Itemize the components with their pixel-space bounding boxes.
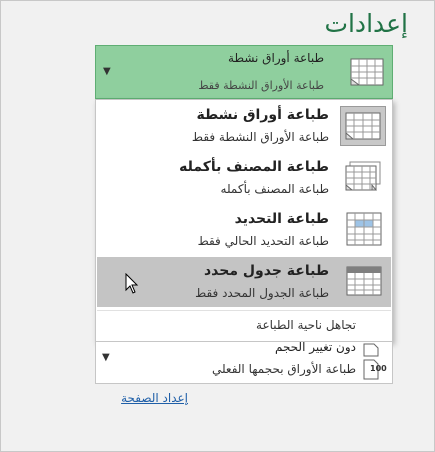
- ignore-print-area-option[interactable]: تجاهل ناحية الطباعة: [256, 318, 356, 332]
- dropdown-arrow-icon[interactable]: ▼: [102, 352, 110, 363]
- settings-heading: إعدادات: [324, 9, 408, 38]
- print-what-dropdown[interactable]: طباعة أوراق نشطة طباعة الأوراق النشطة فق…: [95, 45, 393, 99]
- menu-divider: [97, 310, 391, 311]
- menu-item-title: طباعة التحديد: [234, 211, 329, 227]
- no-scaling-icon: [360, 342, 386, 382]
- print-settings-panel: إعدادات طباعة أوراق نشطة طباعة الأوراق ا…: [0, 0, 435, 452]
- menu-item-subtitle: طباعة التحديد الحالي فقط: [197, 234, 329, 248]
- menu-item-selected-table[interactable]: طباعة جدول محدد طباعة الجدول المحدد فقط: [97, 257, 391, 307]
- dropdown-arrow-icon[interactable]: ▼: [103, 66, 111, 77]
- menu-item-title: طباعة جدول محدد: [203, 263, 329, 279]
- dropdown-selected-title: طباعة أوراق نشطة: [228, 51, 324, 65]
- menu-item-title: طباعة المصنف بأكمله: [179, 159, 329, 175]
- scaling-dropdown[interactable]: دون تغيير الحجم طباعة الأوراق بحجمها الف…: [95, 340, 393, 384]
- print-what-menu: طباعة أوراق نشطة طباعة الأوراق النشطة فق…: [95, 99, 393, 342]
- dropdown-selected-subtitle: طباعة الأوراق النشطة فقط: [198, 79, 324, 92]
- menu-item-subtitle: طباعة الأوراق النشطة فقط: [191, 130, 329, 144]
- entire-workbook-icon: [340, 158, 386, 198]
- menu-item-active-sheets[interactable]: طباعة أوراق نشطة طباعة الأوراق النشطة فق…: [97, 101, 391, 151]
- menu-item-selection[interactable]: طباعة التحديد طباعة التحديد الحالي فقط: [97, 205, 391, 255]
- scaling-subtitle: طباعة الأوراق بحجمها الفعلي: [211, 362, 356, 376]
- selection-icon: [340, 210, 386, 250]
- active-sheets-icon: [340, 106, 386, 146]
- menu-item-title: طباعة أوراق نشطة: [196, 107, 329, 123]
- menu-item-subtitle: طباعة المصنف بأكمله: [220, 182, 329, 196]
- menu-item-subtitle: طباعة الجدول المحدد فقط: [195, 286, 329, 300]
- active-sheets-icon: [349, 55, 385, 91]
- table-icon: [340, 262, 386, 302]
- mouse-pointer-icon: [125, 273, 139, 295]
- page-setup-link[interactable]: إعداد الصفحة: [121, 391, 188, 405]
- menu-item-entire-workbook[interactable]: طباعة المصنف بأكمله طباعة المصنف بأكمله: [97, 153, 391, 203]
- scaling-percent-label: 100: [370, 364, 387, 373]
- scaling-title: دون تغيير الحجم: [274, 340, 356, 354]
